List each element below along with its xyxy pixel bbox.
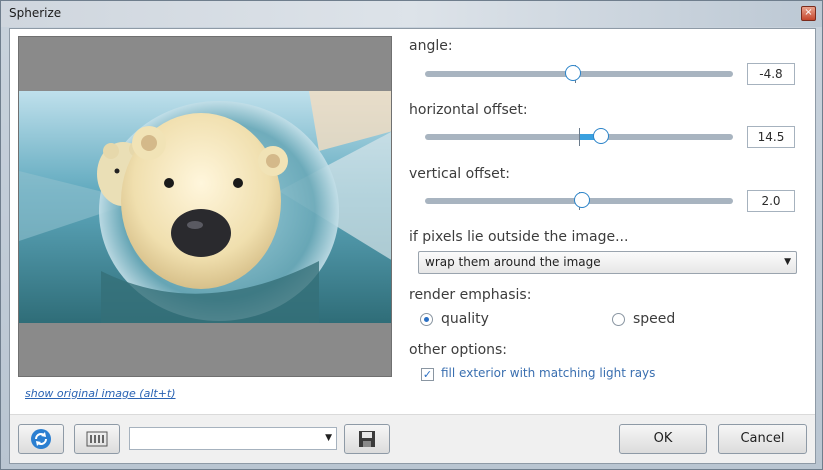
chevron-down-icon: ▼ [325, 433, 332, 443]
save-preset-button[interactable] [344, 424, 390, 454]
horizontal-offset-thumb[interactable] [592, 128, 609, 144]
horizontal-offset-slider[interactable] [425, 128, 733, 146]
horizontal-offset-input[interactable]: 14.5 [747, 126, 795, 148]
reset-button[interactable] [18, 424, 64, 454]
speed-radio[interactable] [612, 313, 625, 326]
fill-exterior-checkbox[interactable]: ✓ [421, 368, 434, 381]
outside-pixels-dropdown[interactable]: wrap them around the image ▼ [418, 251, 797, 274]
chevron-down-icon: ▼ [784, 257, 791, 267]
speed-label[interactable]: speed [633, 311, 675, 327]
save-preset-icon [359, 431, 375, 447]
spherized-image [19, 91, 391, 323]
quality-radio[interactable] [420, 313, 433, 326]
horizontal-offset-label: horizontal offset: [409, 102, 528, 118]
preset-combobox[interactable]: ▼ [129, 427, 337, 450]
horizontal-offset-center-tick [579, 128, 580, 146]
randomize-icon [86, 431, 108, 447]
show-original-link[interactable]: show original image (alt+t) [25, 387, 176, 400]
dialog-body: show original image (alt+t) angle: -4.8 … [9, 28, 816, 464]
vertical-offset-input[interactable]: 2.0 [747, 190, 795, 212]
spherize-dialog: Spherize × show original image (alt+t) a… [0, 0, 823, 470]
other-options-label: other options: [409, 342, 508, 358]
fill-exterior-label[interactable]: fill exterior with matching light rays [441, 366, 655, 380]
refresh-icon [31, 429, 51, 449]
cancel-button[interactable]: Cancel [718, 424, 807, 454]
outside-pixels-selected: wrap them around the image [425, 255, 601, 269]
image-preview [18, 36, 392, 377]
vertical-offset-thumb[interactable] [574, 192, 591, 208]
window-title: Spherize [9, 6, 62, 20]
vertical-offset-label: vertical offset: [409, 166, 510, 182]
dialog-footer: ▼ OK Cancel [10, 414, 815, 463]
angle-label: angle: [409, 38, 453, 54]
outside-pixels-label: if pixels lie outside the image... [409, 229, 629, 245]
quality-label[interactable]: quality [441, 311, 489, 327]
ok-button[interactable]: OK [619, 424, 707, 454]
angle-input[interactable]: -4.8 [747, 63, 795, 85]
angle-slider-thumb[interactable] [564, 65, 581, 81]
close-button[interactable]: × [801, 6, 816, 21]
angle-slider[interactable] [425, 65, 733, 83]
title-bar[interactable]: Spherize × [1, 1, 822, 27]
render-emphasis-label: render emphasis: [409, 287, 532, 303]
randomize-button[interactable] [74, 424, 120, 454]
vertical-offset-slider[interactable] [425, 192, 733, 210]
